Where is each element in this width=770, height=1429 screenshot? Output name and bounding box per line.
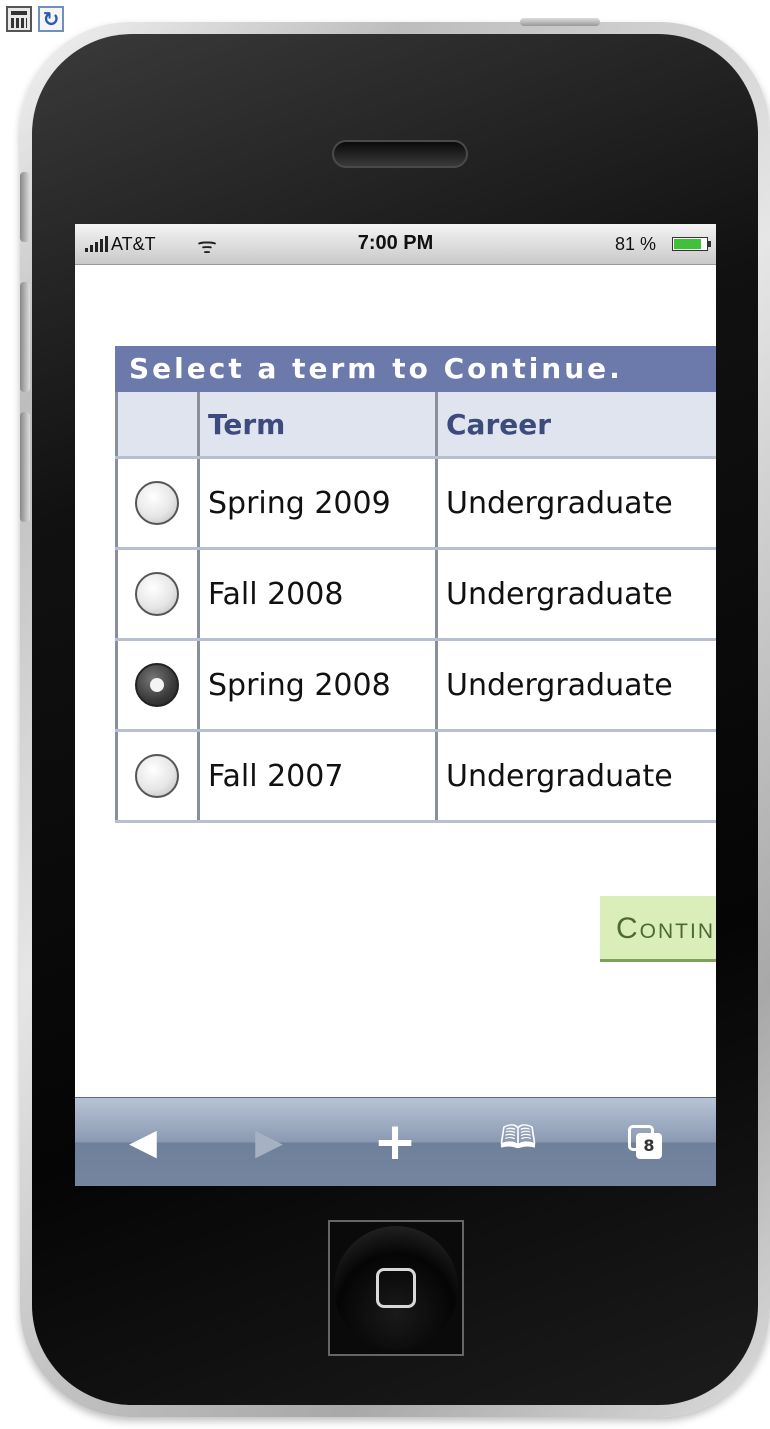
battery-percentage: 81 % bbox=[614, 234, 656, 254]
add-bookmark-icon[interactable]: + bbox=[365, 1098, 425, 1186]
top-toolbar: ↻ bbox=[6, 6, 64, 32]
term-cell: Fall 2007 bbox=[197, 730, 437, 823]
career-cell: Undergraduate bbox=[435, 457, 716, 550]
radio-cell[interactable] bbox=[115, 639, 199, 732]
calculator-icon[interactable] bbox=[6, 6, 32, 32]
pages-count: 8 bbox=[636, 1133, 662, 1159]
refresh-icon[interactable]: ↻ bbox=[38, 6, 64, 32]
term-radio-button[interactable] bbox=[135, 481, 179, 525]
volume-down-button bbox=[20, 412, 30, 522]
term-cell: Fall 2008 bbox=[197, 548, 437, 641]
radio-cell[interactable] bbox=[115, 548, 199, 641]
career-cell: Undergraduate bbox=[435, 639, 716, 732]
mute-switch bbox=[20, 172, 30, 242]
table-row[interactable]: Spring 2008 Undergraduate bbox=[115, 639, 716, 732]
career-cell: Undergraduate bbox=[435, 730, 716, 823]
home-square-icon bbox=[376, 1268, 416, 1308]
safari-toolbar: ◀ ▶ + 🕮 8 bbox=[75, 1097, 716, 1186]
table-row[interactable]: Fall 2008 Undergraduate bbox=[115, 548, 716, 641]
home-button[interactable] bbox=[328, 1220, 464, 1356]
sleep-button bbox=[520, 18, 600, 26]
status-bar: AT&T ᯤ 7:00 PM 81 % bbox=[75, 224, 716, 265]
pages-button[interactable]: 8 bbox=[615, 1098, 675, 1186]
earpiece-speaker bbox=[332, 140, 468, 168]
pages-icon: 8 bbox=[628, 1125, 662, 1159]
back-arrow-icon[interactable]: ◀ bbox=[113, 1098, 173, 1186]
term-cell: Spring 2008 bbox=[197, 639, 437, 732]
term-selection-grid: Select a term to Continue. Term Career S… bbox=[115, 346, 716, 823]
phone-screen: AT&T ᯤ 7:00 PM 81 % Select a term to Con… bbox=[75, 224, 716, 1186]
term-radio-button[interactable] bbox=[135, 754, 179, 798]
term-cell: Spring 2009 bbox=[197, 457, 437, 550]
continue-button[interactable]: Continue bbox=[600, 896, 716, 962]
battery-icon bbox=[672, 237, 711, 251]
forward-arrow-icon[interactable]: ▶ bbox=[239, 1098, 299, 1186]
column-header-career: Career bbox=[435, 392, 716, 459]
table-row[interactable]: Fall 2007 Undergraduate bbox=[115, 730, 716, 823]
radio-cell[interactable] bbox=[115, 730, 199, 823]
grid-title: Select a term to Continue. bbox=[115, 346, 716, 392]
table-header-row: Term Career bbox=[115, 392, 716, 459]
bookmarks-icon[interactable]: 🕮 bbox=[483, 1098, 553, 1186]
term-table: Term Career Spring 2009 Undergraduate Fa… bbox=[115, 392, 716, 823]
career-cell: Undergraduate bbox=[435, 548, 716, 641]
term-radio-button[interactable] bbox=[135, 572, 179, 616]
column-header-select bbox=[115, 392, 199, 459]
radio-cell[interactable] bbox=[115, 457, 199, 550]
term-radio-button-selected[interactable] bbox=[135, 663, 179, 707]
column-header-term: Term bbox=[197, 392, 437, 459]
volume-up-button bbox=[20, 282, 30, 392]
table-row[interactable]: Spring 2009 Undergraduate bbox=[115, 457, 716, 550]
